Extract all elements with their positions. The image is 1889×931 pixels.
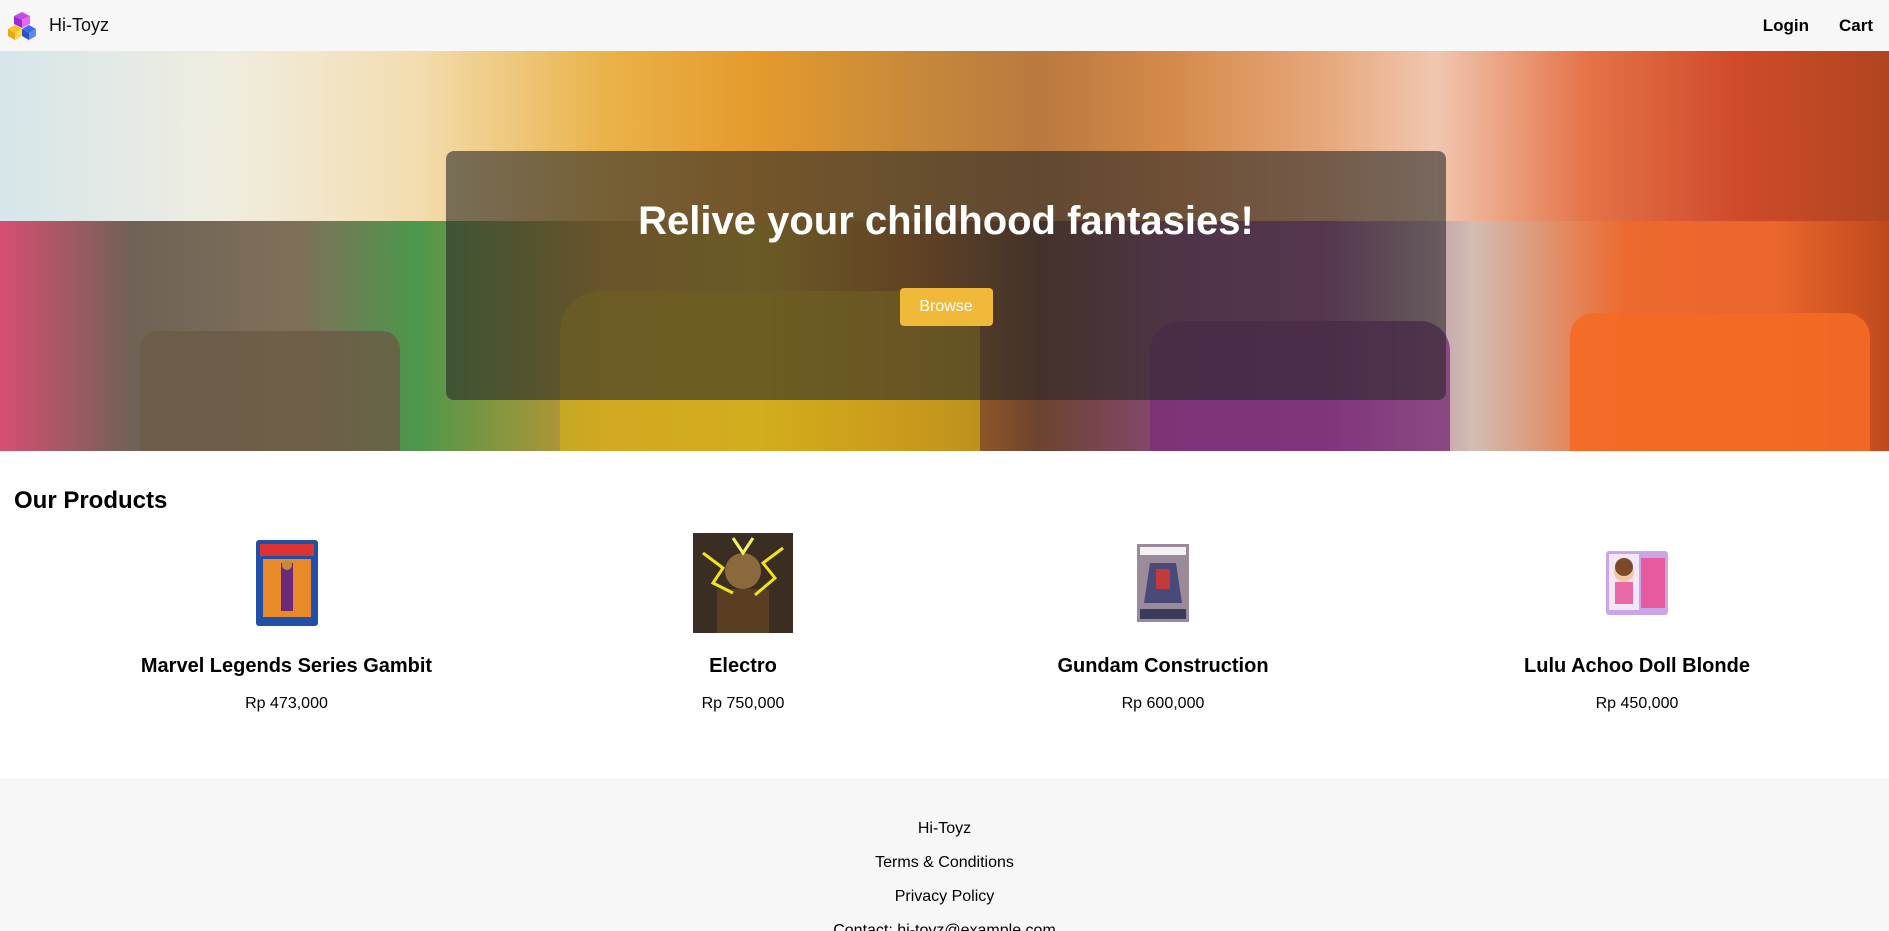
privacy-link[interactable]: Privacy Policy [895,880,995,914]
product-image[interactable] [1113,533,1213,633]
product-price: Rp 600,000 [1121,695,1205,712]
login-link[interactable]: Login [1763,16,1809,36]
doll-box-icon [1606,551,1668,615]
product-card[interactable]: Gundam Construction Rp 600,000 [927,533,1399,713]
footer-brand: Hi-Toyz [917,820,972,837]
hero-toy-shape [1570,313,1870,451]
browse-button[interactable]: Browse [899,288,993,326]
action-figure-box-icon [255,540,318,626]
header-nav: Login Cart [1763,16,1873,36]
cube-logo-icon [8,11,36,40]
product-image[interactable] [693,533,793,633]
product-card[interactable]: Electro Rp 750,000 [559,533,927,713]
product-price: Rp 473,000 [245,695,328,712]
cart-link[interactable]: Cart [1839,16,1873,36]
gundam-box-icon [1137,544,1189,622]
product-name: Electro [709,655,777,677]
hero-toy-shape [140,331,400,451]
product-image[interactable] [237,533,337,633]
product-image[interactable] [1587,533,1687,633]
products-section: Our Products Marvel Legends Series Gambi… [0,451,1889,778]
brand[interactable]: Hi-Toyz [8,11,109,41]
top-navbar: Hi-Toyz Login Cart [0,0,1889,51]
hero-panel: Relive your childhood fantasies! Browse [446,151,1446,400]
section-title: Our Products [14,487,168,514]
product-card[interactable]: Lulu Achoo Doll Blonde Rp 450,000 [1399,533,1875,713]
electro-figure-icon [693,533,793,633]
product-grid: Marvel Legends Series Gambit Rp 473,000 … [14,533,1875,713]
product-price: Rp 750,000 [701,695,785,712]
product-name: Marvel Legends Series Gambit [140,655,433,677]
hero-title: Relive your childhood fantasies! [638,199,1254,243]
product-price: Rp 450,000 [1595,695,1679,712]
footer-contact: Contact: hi-toyz@example.com [833,922,1056,931]
brand-name: Hi-Toyz [49,15,110,35]
product-name: Gundam Construction [1057,655,1269,677]
footer: Hi-Toyz Terms & Conditions Privacy Polic… [0,778,1889,931]
hero-banner: Relive your childhood fantasies! Browse [0,51,1889,451]
product-card[interactable]: Marvel Legends Series Gambit Rp 473,000 [14,533,559,713]
terms-link[interactable]: Terms & Conditions [875,846,1014,880]
product-name: Lulu Achoo Doll Blonde [1524,655,1750,677]
